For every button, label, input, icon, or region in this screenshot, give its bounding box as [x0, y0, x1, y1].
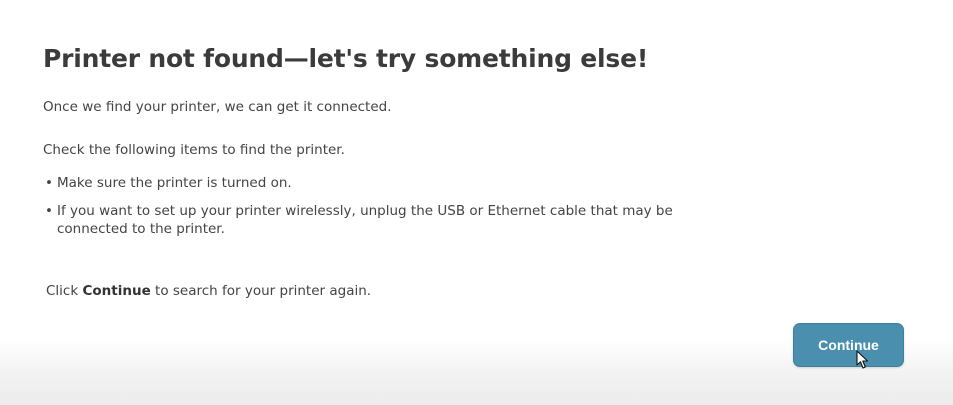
- checklist: • Make sure the printer is turned on. • …: [43, 174, 707, 248]
- dialog-page: Printer not found—let's try something el…: [0, 0, 953, 405]
- list-item-text: Make sure the printer is turned on.: [57, 175, 292, 191]
- footer-prefix: Click: [46, 283, 83, 299]
- footer-instruction: Click Continue to search for your printe…: [46, 283, 371, 299]
- list-item: • If you want to set up your printer wir…: [43, 202, 707, 238]
- list-item: • Make sure the printer is turned on.: [43, 174, 707, 192]
- page-title: Printer not found—let's try something el…: [43, 44, 649, 73]
- bullet-icon: •: [45, 175, 53, 191]
- bullet-icon: •: [45, 203, 53, 219]
- footer-suffix: to search for your printer again.: [150, 283, 372, 299]
- footer-bold: Continue: [82, 283, 151, 299]
- intro-text: Once we find your printer, we can get it…: [43, 99, 392, 115]
- check-heading: Check the following items to find the pr…: [43, 142, 345, 158]
- list-item-text: If you want to set up your printer wirel…: [57, 203, 673, 237]
- continue-button[interactable]: Continue: [793, 323, 904, 367]
- pointer-cursor-icon: [856, 350, 869, 369]
